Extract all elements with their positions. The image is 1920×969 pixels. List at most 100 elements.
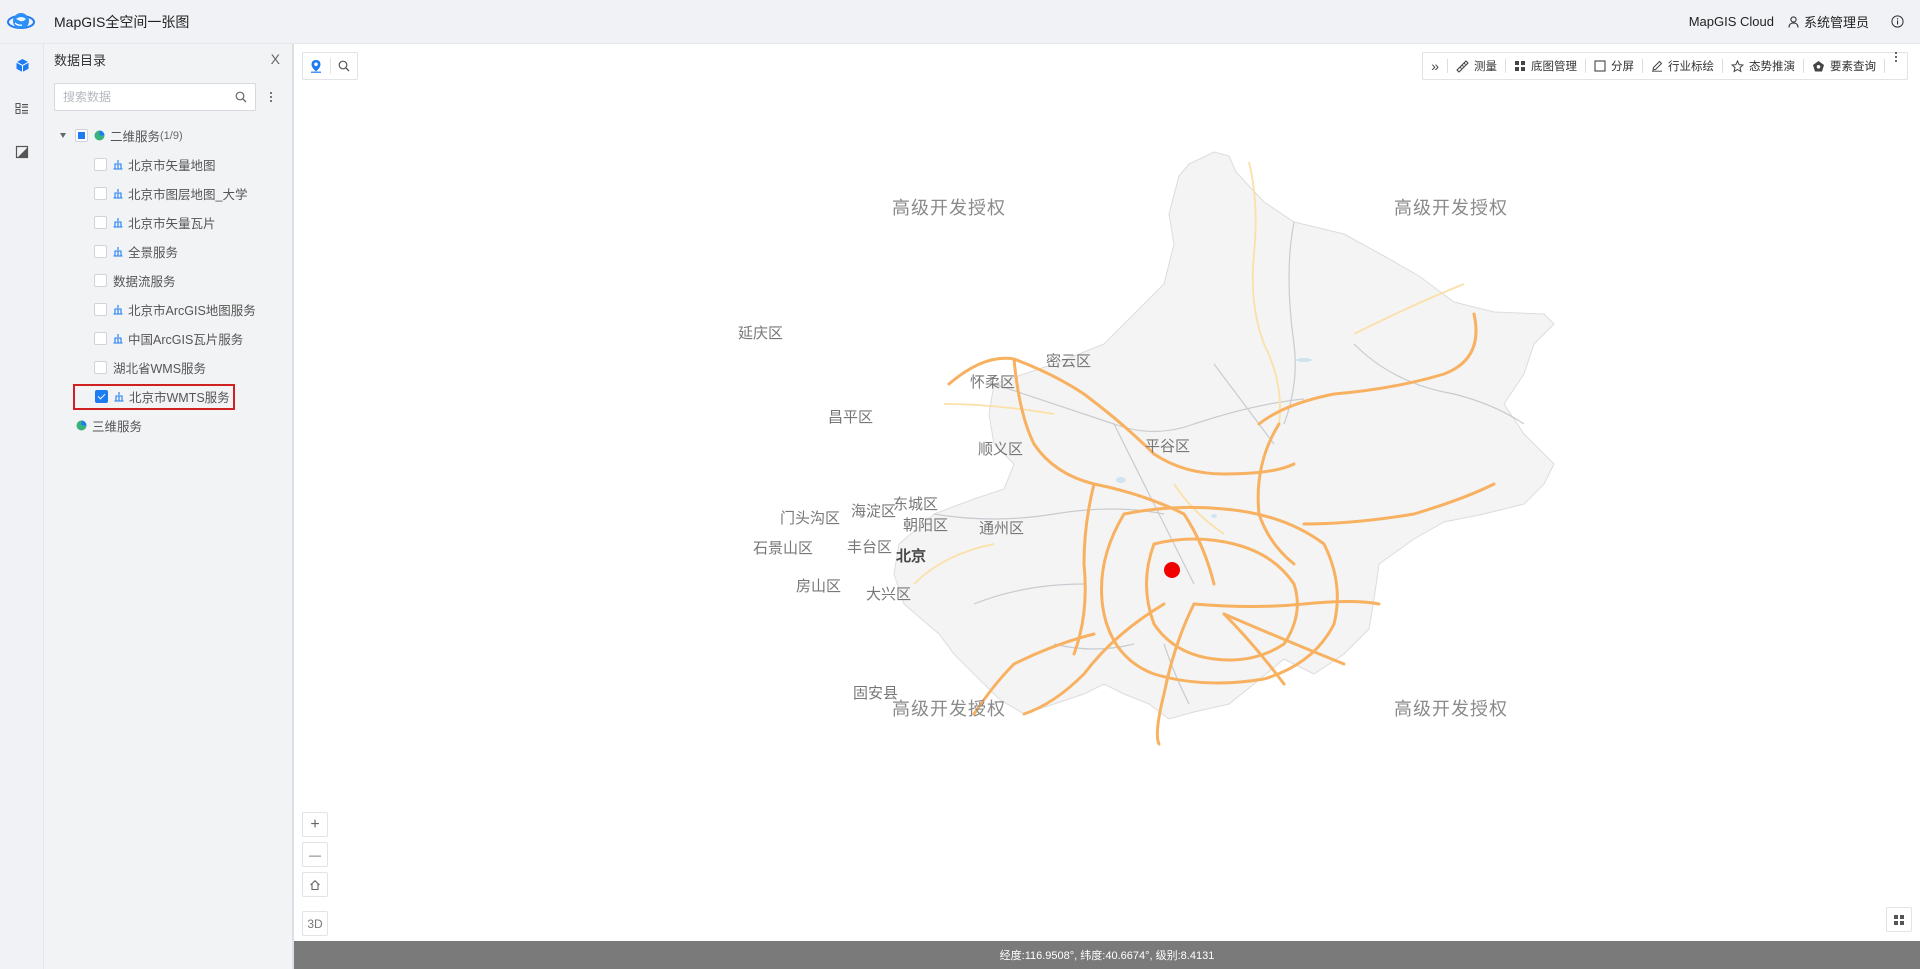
item-label: 北京市图层地图_大学 <box>128 188 248 202</box>
mode-3d-button[interactable]: 3D <box>302 911 328 936</box>
item-label: 数据流服务 <box>113 275 176 289</box>
user-menu[interactable]: 系统管理员 <box>1788 12 1869 31</box>
toolbar-expand-button[interactable]: » <box>1423 52 1447 80</box>
feature-query-button[interactable]: 要素查询 <box>1804 52 1884 80</box>
basemap-manage-button[interactable]: 底图管理 <box>1506 52 1585 80</box>
pentagon-icon <box>1813 60 1824 71</box>
layers-grid-icon <box>1894 914 1904 925</box>
item-checkbox[interactable] <box>94 187 107 200</box>
info-icon[interactable] <box>1891 15 1904 28</box>
layer-switch-button[interactable] <box>1886 907 1912 932</box>
tree-item-beijing-vector-tile[interactable]: 北京市矢量瓦片 <box>44 208 292 237</box>
zoom-out-button[interactable]: — <box>302 842 328 867</box>
measure-button[interactable]: 测量 <box>1448 52 1505 80</box>
situation-deduction-button[interactable]: 态势推演 <box>1723 52 1803 80</box>
map-label-shunyi: 顺义区 <box>978 441 1024 458</box>
pie-chart-icon <box>94 130 105 141</box>
item-checkbox[interactable] <box>94 274 107 287</box>
situation-label: 态势推演 <box>1749 61 1795 73</box>
tree-item-data-stream[interactable]: 数据流服务 <box>44 266 292 295</box>
pencil-icon <box>1652 60 1663 72</box>
map-search-button[interactable] <box>330 53 357 79</box>
pie-chart-icon <box>76 420 87 431</box>
map-label-yanqing: 延庆区 <box>738 325 784 342</box>
panel-close-button[interactable]: X <box>271 51 280 67</box>
service-tree: 二维服务 (1/9) 北京市矢量地图 北京市图层地图_大学 北京市矢量瓦片 全景… <box>44 121 292 440</box>
zoom-in-button[interactable]: + <box>302 812 328 837</box>
tree-item-panorama[interactable]: 全景服务 <box>44 237 292 266</box>
star-icon <box>1731 59 1744 73</box>
service-icon <box>113 246 123 257</box>
service-icon <box>114 391 124 402</box>
tree-item-beijing-vector-map[interactable]: 北京市矢量地图 <box>44 150 292 179</box>
service-icon <box>113 304 123 315</box>
split-label: 分屏 <box>1611 61 1634 73</box>
map-label-miyun: 密云区 <box>1046 353 1092 370</box>
split-screen-icon <box>1594 60 1606 72</box>
item-checkbox[interactable] <box>94 216 107 229</box>
item-label: 北京市ArcGIS地图服务 <box>128 304 256 318</box>
map-label-haidian: 海淀区 <box>851 503 897 520</box>
dot <box>270 100 272 102</box>
tree-group-2d[interactable]: 二维服务 (1/9) <box>44 121 292 150</box>
map-view[interactable]: 高级开发授权 高级开发授权 高级开发授权 高级开发授权 延庆区 密云区 怀柔区 … <box>294 44 1920 941</box>
toolbar-more-button[interactable] <box>1885 52 1907 80</box>
service-icon <box>113 333 123 344</box>
item-checkbox-checked[interactable] <box>95 390 108 403</box>
search-input[interactable] <box>63 90 235 104</box>
user-name: 系统管理员 <box>1803 15 1869 30</box>
ruler-icon <box>1456 59 1469 73</box>
tree-item-china-arcgis-tile[interactable]: 中国ArcGIS瓦片服务 <box>44 324 292 353</box>
tree-item-hubei-wms[interactable]: 湖北省WMS服务 <box>44 353 292 382</box>
panel-title: 数据目录 <box>54 52 107 68</box>
mapgis-logo-icon <box>7 12 35 29</box>
home-button[interactable] <box>302 872 328 897</box>
feature-query-label: 要素查询 <box>1830 61 1876 73</box>
mapgis-cloud-link[interactable]: MapGIS Cloud <box>1689 14 1774 29</box>
data-catalog-panel: 数据目录 X 二维服务 (1/9) 北京市矢量地图 <box>44 44 294 969</box>
location-pin-icon <box>311 60 322 73</box>
top-header: MapGIS全空间一张图 MapGIS Cloud 系统管理员 <box>0 0 1920 44</box>
map-quick-tools <box>302 52 358 80</box>
group-label-2d: 二维服务 <box>110 130 161 144</box>
item-checkbox[interactable] <box>94 245 107 258</box>
expand-icon: » <box>1431 58 1439 74</box>
search-icon[interactable] <box>235 91 247 103</box>
item-checkbox[interactable] <box>94 361 107 374</box>
tree-item-beijing-wmts[interactable]: 北京市WMTS服务 <box>44 382 292 411</box>
item-label: 北京市矢量瓦片 <box>128 217 216 231</box>
group-checkbox-2d[interactable] <box>75 129 88 142</box>
map-label-mentougou: 门头沟区 <box>780 510 841 527</box>
map-label-daxing: 大兴区 <box>866 586 912 603</box>
rail-draw-tools[interactable] <box>0 130 44 173</box>
item-checkbox[interactable] <box>94 332 107 345</box>
dot <box>270 96 272 98</box>
watermark: 高级开发授权 <box>892 699 1006 719</box>
map-label-tongzhou: 通州区 <box>979 520 1025 537</box>
service-icon <box>113 159 123 170</box>
rail-data-catalog[interactable] <box>0 44 44 87</box>
cube-icon <box>15 59 29 72</box>
industry-plot-button[interactable]: 行业标绘 <box>1643 52 1722 80</box>
user-icon <box>1788 15 1799 28</box>
panel-more-button[interactable] <box>270 92 272 102</box>
tree-group-3d[interactable]: 三维服务 <box>44 411 292 440</box>
app-title: MapGIS全空间一张图 <box>54 13 190 30</box>
item-checkbox[interactable] <box>94 158 107 171</box>
grid-icon <box>1515 61 1525 71</box>
tree-item-beijing-layer-university[interactable]: 北京市图层地图_大学 <box>44 179 292 208</box>
rail-layer-list[interactable] <box>0 87 44 130</box>
map-toolbar: » 测量 底图管理 分屏 行业标绘 态势推演 要素查询 <box>1422 52 1908 80</box>
tree-item-beijing-arcgis-map[interactable]: 北京市ArcGIS地图服务 <box>44 295 292 324</box>
dot <box>1895 52 1897 54</box>
map-label-dongcheng: 东城区 <box>893 496 939 513</box>
group-label-3d: 三维服务 <box>92 420 143 434</box>
zoom-controls: + — 3D <box>302 812 328 936</box>
service-icon <box>113 217 123 228</box>
caret-down-icon[interactable] <box>60 133 66 138</box>
split-screen-button[interactable]: 分屏 <box>1586 52 1642 80</box>
map-label-pinggu: 平谷区 <box>1145 438 1191 455</box>
search-icon <box>338 60 350 72</box>
item-checkbox[interactable] <box>94 303 107 316</box>
location-pin-button[interactable] <box>303 53 330 79</box>
